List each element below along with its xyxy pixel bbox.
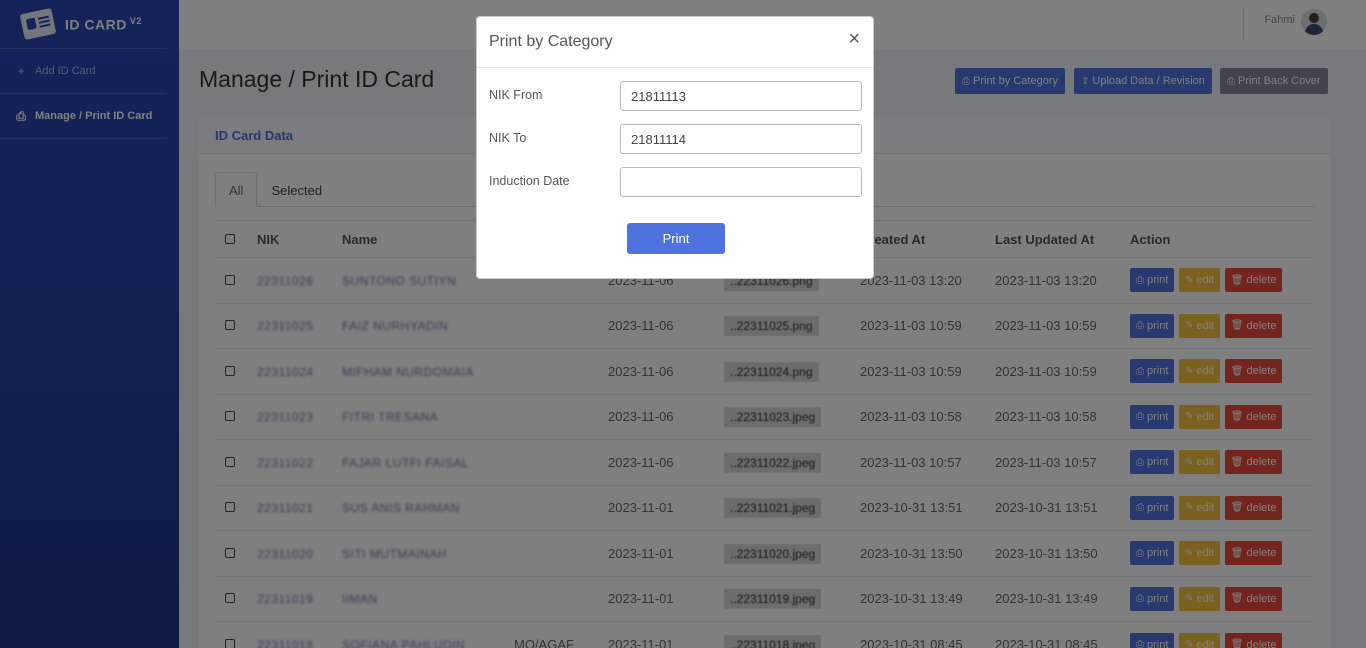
induction-date-row: Induction Date — [489, 167, 862, 197]
nik-to-input[interactable] — [620, 124, 862, 154]
print-by-category-modal: Print by Category × NIK From NIK To Indu… — [476, 16, 874, 279]
induction-date-input[interactable] — [620, 167, 862, 197]
modal-header: Print by Category × — [477, 17, 873, 68]
nik-from-label: NIK From — [489, 88, 543, 102]
induction-date-label: Induction Date — [489, 174, 570, 188]
print-submit-button[interactable]: Print — [627, 223, 725, 254]
modal-title: Print by Category — [489, 33, 613, 50]
nik-to-row: NIK To — [489, 124, 862, 154]
nik-from-input[interactable] — [620, 81, 862, 111]
close-icon[interactable]: × — [848, 28, 860, 51]
nik-to-label: NIK To — [489, 131, 527, 145]
nik-from-row: NIK From — [489, 81, 862, 111]
